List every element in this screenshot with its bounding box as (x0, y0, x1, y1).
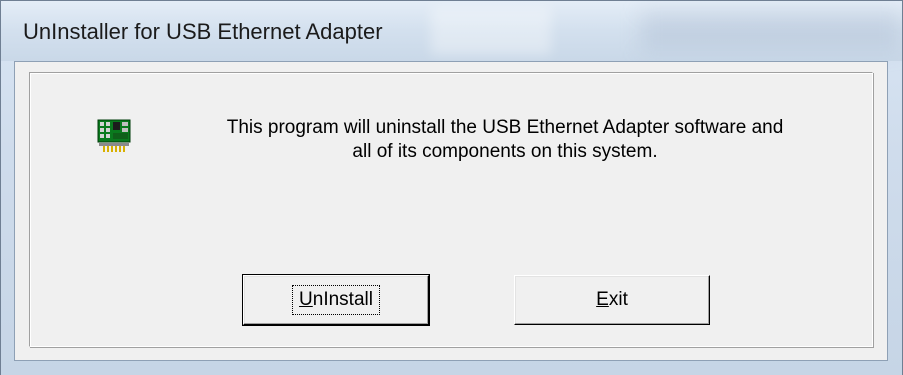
exit-label-rest: xit (608, 289, 628, 310)
uninstall-button[interactable]: UnInstall (242, 274, 430, 326)
message-line-1: This program will uninstall the USB Ethe… (226, 117, 784, 138)
title-bar-glass-reflection (431, 7, 551, 55)
exit-button[interactable]: Exit (514, 275, 710, 325)
dialog-client-area: This program will uninstall the USB Ethe… (14, 61, 888, 361)
exit-mnemonic: E (596, 289, 609, 310)
uninstall-button-focus-rect: UnInstall (292, 285, 380, 315)
exit-button-label: Exit (596, 285, 628, 315)
uninstall-message: This program will uninstall the USB Ethe… (200, 116, 810, 164)
network-card-icon (97, 119, 131, 152)
message-line-2: all of its components on this system. (352, 141, 658, 162)
uninstaller-window: UnInstaller for USB Ethernet Adapter Thi… (0, 0, 903, 375)
title-bar-background-blur (641, 11, 901, 51)
uninstall-mnemonic: U (299, 289, 313, 310)
window-title: UnInstaller for USB Ethernet Adapter (23, 19, 383, 44)
title-bar[interactable]: UnInstaller for USB Ethernet Adapter (1, 1, 902, 61)
content-frame: This program will uninstall the USB Ethe… (29, 72, 873, 347)
uninstall-label-rest: nInstall (312, 289, 373, 310)
